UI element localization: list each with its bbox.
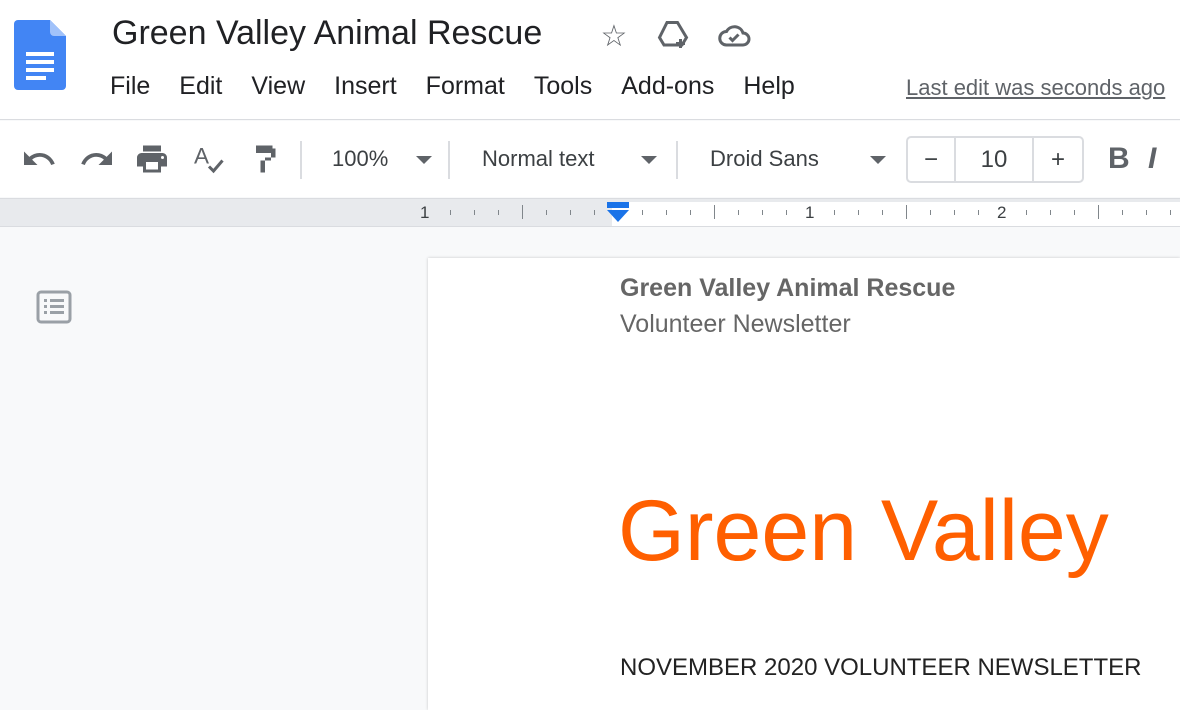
font-caret-icon[interactable] — [870, 156, 886, 164]
font-size-input[interactable]: 10 — [956, 138, 1034, 181]
divider — [676, 141, 678, 179]
ruler-tick — [450, 210, 451, 215]
ruler-tick — [882, 210, 883, 215]
menu-help[interactable]: Help — [743, 72, 794, 101]
ruler-tick — [474, 210, 475, 215]
menu-format[interactable]: Format — [426, 72, 505, 101]
menu-tools[interactable]: Tools — [534, 72, 592, 101]
ruler-tick — [1122, 210, 1123, 215]
menu-file[interactable]: File — [110, 72, 150, 101]
spellcheck-icon[interactable]: A — [190, 141, 228, 177]
zoom-caret-icon[interactable] — [416, 156, 432, 164]
font-size-stepper: − 10 + — [906, 136, 1084, 183]
newsletter-title: Green Valley — [618, 483, 1109, 579]
decrease-font-size-button[interactable]: − — [908, 138, 956, 181]
last-edit-link[interactable]: Last edit was seconds ago — [906, 75, 1165, 101]
ruler-tick — [594, 210, 595, 215]
menu-edit[interactable]: Edit — [179, 72, 222, 101]
print-icon[interactable] — [133, 141, 171, 177]
newsletter-subtitle: NOVEMBER 2020 VOLUNTEER NEWSLETTER — [620, 654, 1142, 681]
ruler-tick — [1098, 205, 1099, 219]
svg-text:A: A — [194, 144, 209, 169]
ruler-tick — [1074, 210, 1075, 215]
ruler-tick — [786, 210, 787, 215]
ruler-tick — [930, 210, 931, 215]
ruler-tick — [1026, 210, 1027, 215]
increase-font-size-button[interactable]: + — [1034, 138, 1082, 181]
italic-button[interactable]: I — [1148, 141, 1156, 177]
ruler-tick — [954, 210, 955, 215]
ruler-label: 1 — [420, 203, 430, 222]
ruler-tick — [522, 205, 523, 219]
ruler-tick — [762, 210, 763, 215]
ruler-tick — [1146, 210, 1147, 215]
indent-marker-icon[interactable] — [606, 202, 632, 224]
ruler-label: 2 — [997, 203, 1007, 222]
ruler-tick — [906, 205, 907, 219]
ruler-content-area — [612, 202, 1180, 226]
ruler-tick — [642, 210, 643, 215]
style-caret-icon[interactable] — [641, 156, 657, 164]
divider — [448, 141, 450, 179]
style-select[interactable]: Normal text — [482, 141, 594, 177]
star-icon[interactable]: ☆ — [596, 18, 632, 54]
ruler-tick — [690, 210, 691, 215]
menu-bar: File Edit View Insert Format Tools Add-o… — [110, 72, 824, 101]
font-select[interactable]: Droid Sans — [710, 141, 819, 177]
header-bar: Green Valley Animal Rescue ☆ File Edit V… — [0, 0, 1180, 120]
ruler-tick — [570, 210, 571, 215]
ruler-label: 1 — [805, 203, 815, 222]
ruler-tick — [738, 210, 739, 215]
divider — [300, 141, 302, 179]
ruler-tick — [714, 205, 715, 219]
ruler-tick — [666, 210, 667, 215]
undo-icon[interactable] — [20, 141, 58, 177]
menu-view[interactable]: View — [251, 72, 305, 101]
document-title[interactable]: Green Valley Animal Rescue — [112, 14, 542, 53]
header-title: Green Valley Animal Rescue — [620, 274, 956, 302]
document-outline-icon[interactable] — [36, 290, 72, 324]
zoom-select[interactable]: 100% — [332, 141, 388, 177]
ruler-tick — [1170, 210, 1171, 215]
ruler-tick — [834, 210, 835, 215]
cloud-saved-icon[interactable] — [716, 18, 752, 54]
ruler[interactable]: 1 1 2 — [0, 198, 1180, 227]
menu-insert[interactable]: Insert — [334, 72, 397, 101]
ruler-tick — [546, 210, 547, 215]
header-subtitle: Volunteer Newsletter — [620, 310, 851, 338]
ruler-tick — [498, 210, 499, 215]
docs-logo-icon[interactable] — [14, 20, 66, 90]
redo-icon[interactable] — [78, 141, 116, 177]
bold-button[interactable]: B — [1108, 141, 1130, 177]
ruler-tick — [1050, 210, 1051, 215]
document-page[interactable]: Green Valley Animal Rescue Volunteer New… — [428, 258, 1180, 710]
ruler-tick — [858, 210, 859, 215]
menu-addons[interactable]: Add-ons — [621, 72, 714, 101]
move-to-drive-icon[interactable] — [655, 18, 691, 54]
ruler-tick — [978, 210, 979, 215]
paint-format-icon[interactable] — [246, 141, 284, 177]
